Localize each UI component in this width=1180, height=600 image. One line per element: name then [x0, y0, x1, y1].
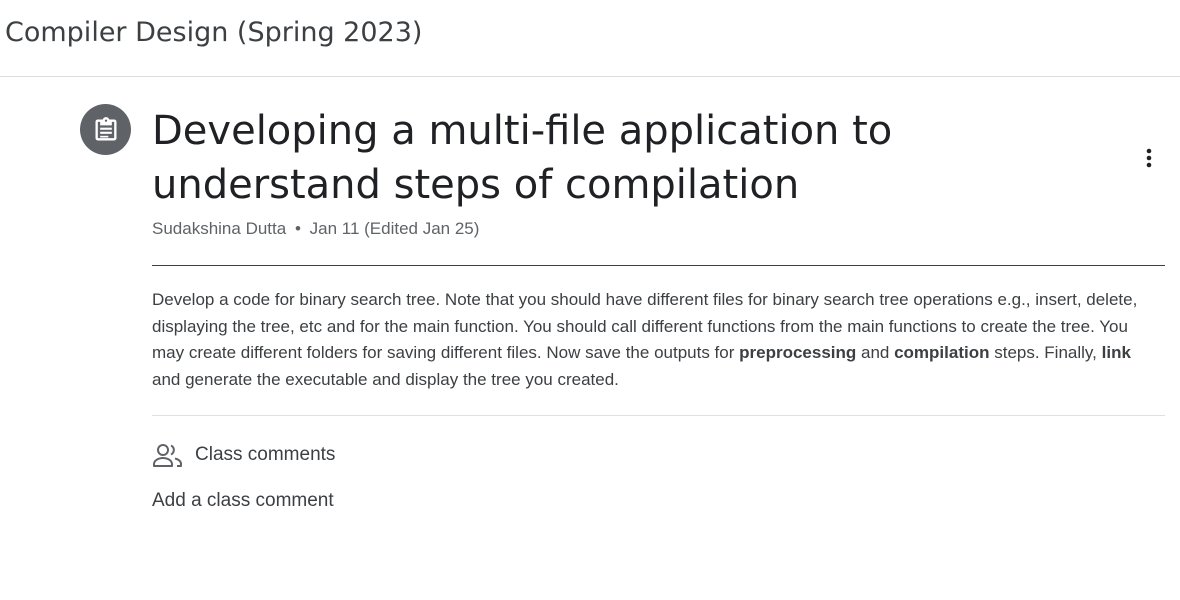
- description-text: and: [856, 343, 895, 363]
- more-vert-icon: [1146, 148, 1152, 168]
- assignment-meta: Sudakshina Dutta • Jan 11 (Edited Jan 25…: [152, 218, 479, 240]
- assignment-icon: [80, 104, 131, 155]
- description-bold-preprocessing: preprocessing: [739, 343, 857, 363]
- clipboard-icon: [95, 116, 116, 140]
- assignment-title: Developing a multi-file application to u…: [152, 108, 893, 208]
- description-bold-link: link: [1101, 343, 1131, 363]
- description-bold-compilation: compilation: [894, 343, 990, 363]
- meta-separator: •: [294, 219, 301, 238]
- class-comments-header: Class comments: [152, 440, 335, 470]
- top-bar: Compiler Design (Spring 2023): [0, 0, 1180, 77]
- class-comments-label: Class comments: [195, 444, 336, 465]
- author-name: Sudakshina Dutta: [152, 219, 287, 238]
- post-date: Jan 11 (Edited Jan 25): [309, 219, 480, 238]
- assignment-description: Develop a code for binary search tree. N…: [152, 287, 1162, 394]
- more-options-button[interactable]: [1131, 140, 1167, 176]
- people-icon: [152, 440, 184, 470]
- description-text: and generate the executable and display …: [152, 370, 619, 390]
- description-divider: [152, 415, 1165, 416]
- course-title[interactable]: Compiler Design (Spring 2023): [5, 14, 422, 52]
- description-text: steps. Finally,: [989, 343, 1102, 363]
- title-divider: [152, 265, 1165, 266]
- add-class-comment-button[interactable]: Add a class comment: [152, 490, 334, 512]
